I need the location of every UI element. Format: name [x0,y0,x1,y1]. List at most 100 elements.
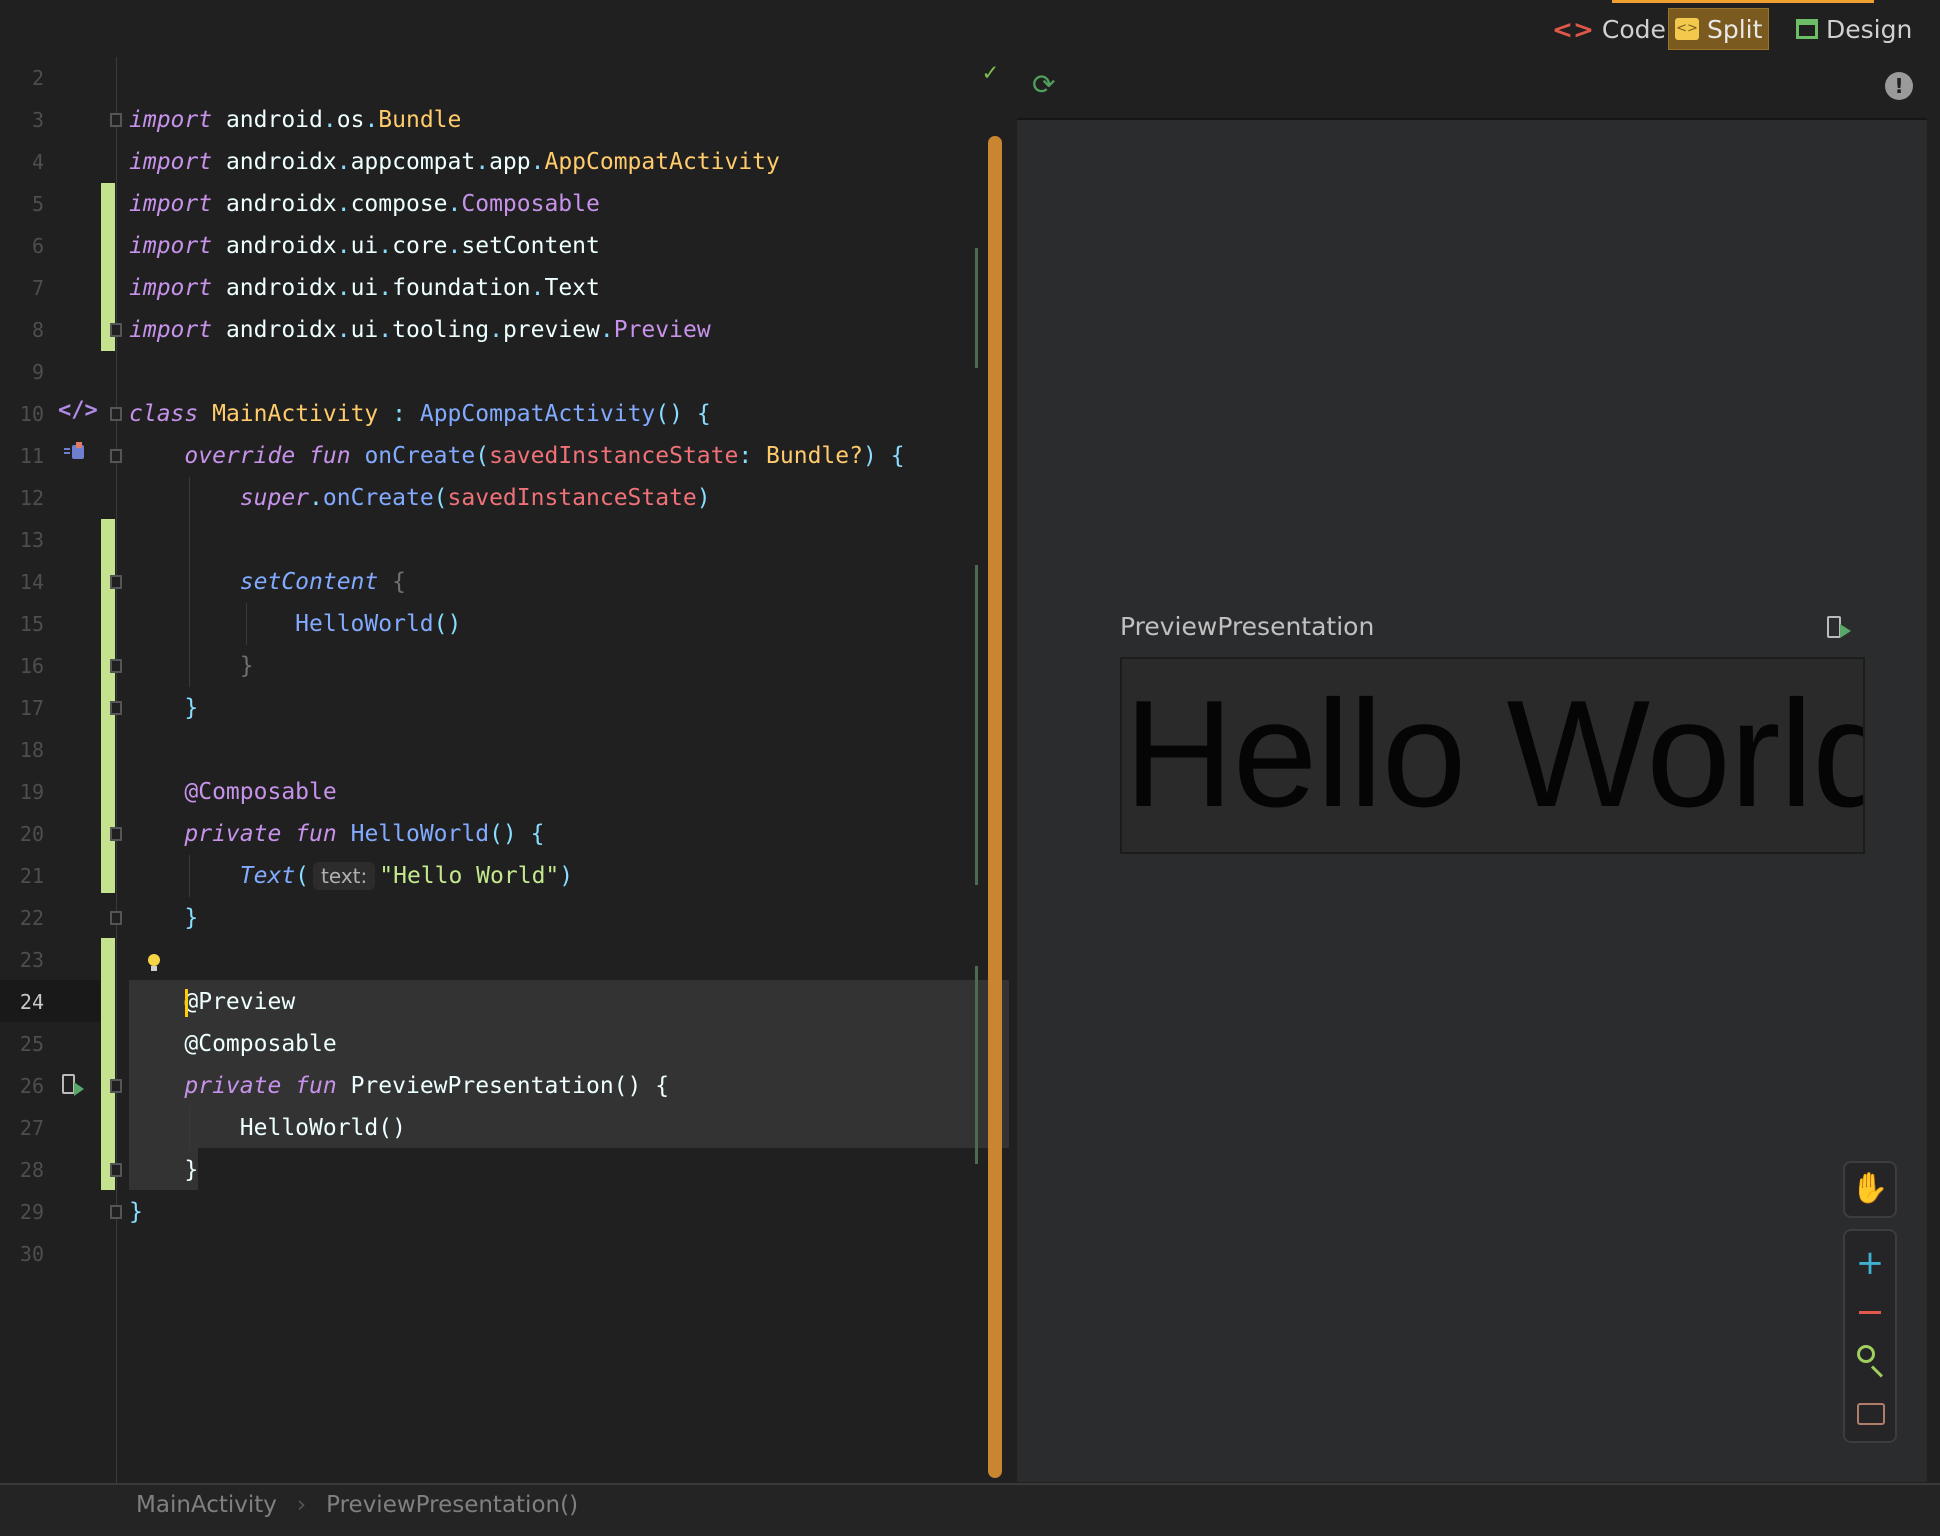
fold-toggle-icon[interactable] [110,827,122,841]
fold-toggle-icon[interactable] [110,1205,122,1219]
code-token: setContent [461,233,600,259]
code-line[interactable]: @Composable [129,1023,337,1065]
fold-toggle-icon[interactable] [110,449,122,463]
preview-render[interactable]: Hello World [1120,657,1865,854]
code-token: { [530,821,545,847]
line-number: 13 [19,528,44,552]
code-line[interactable]: } [129,687,198,729]
code-mode-button[interactable]: <> Code [1546,8,1672,50]
code-line[interactable]: HelloWorld() [129,1107,406,1149]
code-token: . [336,233,351,259]
code-token: . [530,275,545,301]
code-line[interactable]: @Composable [129,771,337,813]
deploy-preview-icon[interactable] [1827,616,1853,642]
xml-layout-icon[interactable]: </> [58,398,98,423]
code-line[interactable]: import androidx.appcompat.app.AppCompatA… [129,141,780,183]
refresh-preview-icon[interactable]: ⟳ [1032,68,1055,101]
line-number: 14 [19,570,44,594]
code-line[interactable]: } [129,1149,198,1191]
zoom-in-button[interactable]: + [1845,1243,1895,1283]
code-line[interactable]: } [129,645,254,687]
code-token: . [447,233,462,259]
code-token: @Composable [184,779,337,805]
code-token: . [378,317,393,343]
code-token: @Composable [129,1031,337,1057]
lightbulb-icon[interactable] [142,950,166,974]
no-problems-check-icon[interactable]: ✓ [983,58,997,86]
code-token: fun [295,821,337,847]
fold-toggle-icon[interactable] [110,113,122,127]
code-token: savedInstanceState [447,485,697,511]
line-number: 25 [19,1032,44,1056]
code-line[interactable]: @Preview [129,981,295,1023]
line-number: 8 [31,318,44,342]
code-token: . [364,107,379,133]
zoom-to-fit-button[interactable] [1857,1403,1885,1425]
code-line[interactable]: setContent { [129,561,406,603]
fold-toggle-icon[interactable] [110,701,122,715]
override-method-icon[interactable] [64,442,86,460]
code-line[interactable]: import androidx.ui.tooling.preview.Previ… [129,309,711,351]
line-number: 23 [19,948,44,972]
vcs-change-marker[interactable] [101,938,115,1190]
fold-toggle-icon[interactable] [110,659,122,673]
editor-scrollbar-thumb[interactable] [988,136,1002,1478]
code-token: androidx [212,191,337,217]
fold-toggle-icon[interactable] [110,1163,122,1177]
code-line[interactable]: } [129,897,198,939]
pan-tool-button[interactable]: ✋ [1843,1161,1897,1218]
fold-toggle-icon[interactable] [110,1079,122,1093]
code-token: import [129,317,213,343]
code-line[interactable]: HelloWorld() [129,603,461,645]
code-line[interactable]: super.onCreate(savedInstanceState) [129,477,711,519]
fold-toggle-icon[interactable] [110,323,122,337]
line-number: 21 [19,864,44,888]
line-number: 9 [31,360,44,384]
code-line[interactable]: import androidx.ui.core.setContent [129,225,600,267]
line-number: 4 [31,150,44,174]
code-token: import [129,233,213,259]
code-token: Text [544,275,600,301]
code-line[interactable]: import android.os.Bundle [129,99,461,141]
code-icon: <> [1552,14,1594,44]
code-line[interactable]: Text(text: "Hello World") [129,855,573,897]
code-line[interactable]: private fun PreviewPresentation() { [129,1065,669,1107]
design-mode-button[interactable]: Design [1790,8,1918,50]
code-token: AppCompatActivity [419,401,656,427]
code-line[interactable]: private fun HelloWorld() { [129,813,545,855]
code-token: . [530,149,545,175]
code-token: import [129,149,213,175]
code-token: setContent [239,569,379,595]
issues-icon[interactable]: ! [1885,72,1913,100]
design-icon [1796,19,1818,39]
code-token: private [184,821,282,847]
breadcrumb-item-previewpresentation[interactable]: PreviewPresentation() [326,1492,578,1518]
code-line[interactable]: } [129,1191,143,1233]
line-number: 17 [19,696,44,720]
split-mode-button[interactable]: <> Split [1668,8,1770,50]
line-number: 16 [19,654,44,678]
breadcrumb-item-mainactivity[interactable]: MainActivity [136,1492,277,1518]
zoom-out-button[interactable] [1859,1311,1881,1314]
code-token: ui [350,275,379,301]
line-number: 18 [19,738,44,762]
fold-toggle-icon[interactable] [110,575,122,589]
zoom-actual-size-button[interactable] [1857,1345,1887,1378]
code-line[interactable]: override fun onCreate(savedInstanceState… [129,435,904,477]
fold-toggle-icon[interactable] [110,407,122,421]
fold-toggle-icon[interactable] [110,911,122,925]
run-preview-gutter-icon[interactable] [62,1074,86,1098]
code-line[interactable]: import androidx.ui.foundation.Text [129,267,600,309]
code-line[interactable]: import androidx.compose.Composable [129,183,600,225]
code-line[interactable]: class MainActivity : AppCompatActivity()… [129,393,711,435]
